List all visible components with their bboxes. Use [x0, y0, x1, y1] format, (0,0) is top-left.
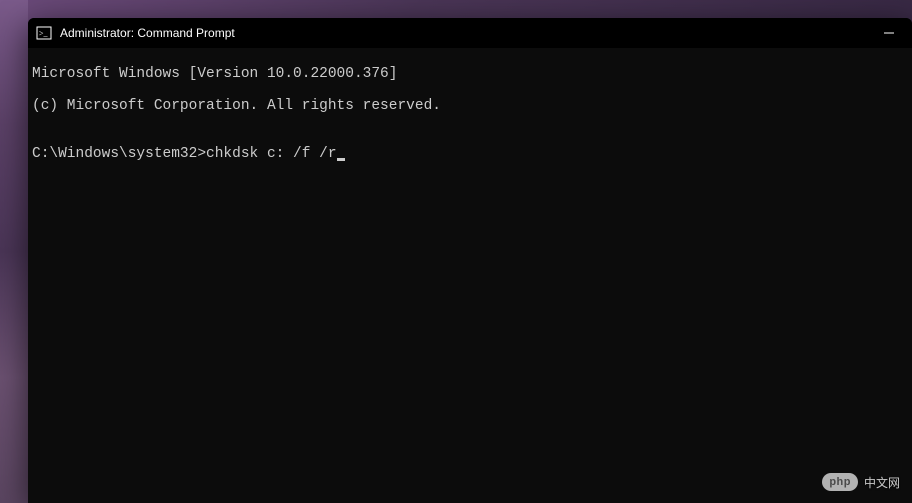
prompt-text: C:\Windows\system32>: [32, 146, 206, 162]
titlebar[interactable]: >_ Administrator: Command Prompt: [28, 18, 912, 48]
prompt-line: C:\Windows\system32>chkdsk c: /f /r: [32, 146, 908, 162]
cmd-icon: >_: [36, 25, 52, 41]
svg-text:>_: >_: [39, 29, 49, 38]
watermark-badge: php: [822, 473, 858, 491]
command-text: chkdsk c: /f /r: [206, 146, 337, 162]
minimize-button[interactable]: [866, 18, 912, 48]
command-prompt-window: >_ Administrator: Command Prompt Microso…: [28, 18, 912, 503]
watermark-text: 中文网: [864, 474, 900, 491]
window-title: Administrator: Command Prompt: [60, 26, 866, 40]
window-controls: [866, 18, 912, 48]
terminal-output[interactable]: Microsoft Windows [Version 10.0.22000.37…: [28, 48, 912, 503]
copyright-line: (c) Microsoft Corporation. All rights re…: [32, 98, 908, 114]
desktop-background-strip: [0, 0, 28, 503]
watermark: php 中文网: [822, 473, 900, 491]
version-line: Microsoft Windows [Version 10.0.22000.37…: [32, 66, 908, 82]
cursor: [337, 158, 345, 161]
